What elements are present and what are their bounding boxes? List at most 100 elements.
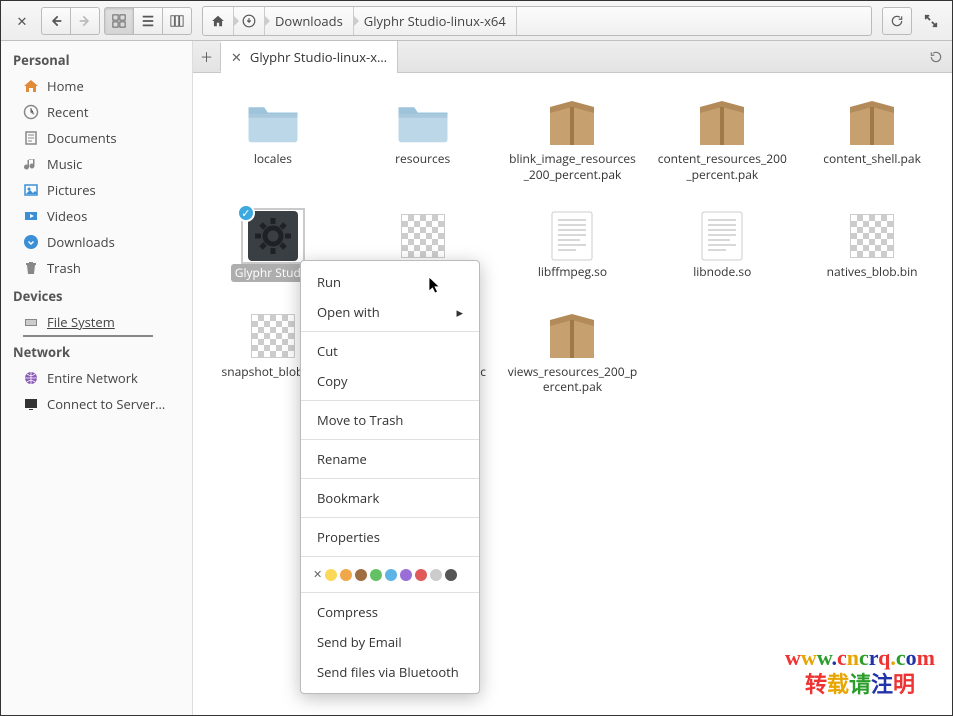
breadcrumb-label: Downloads: [275, 12, 343, 30]
sidebar-item-label: Videos: [47, 207, 87, 225]
download-circle-icon: [242, 14, 256, 28]
file-item[interactable]: libffmpeg.so: [503, 204, 643, 286]
sidebar-item-home[interactable]: Home: [1, 73, 192, 99]
menu-item-bookmark[interactable]: Bookmark: [301, 483, 479, 513]
menu-item-rename[interactable]: Rename: [301, 444, 479, 474]
file-item[interactable]: natives_blob.bin: [802, 204, 942, 286]
menu-item-send-files-via-bluetooth[interactable]: Send files via Bluetooth: [301, 657, 479, 687]
color-tag[interactable]: [400, 569, 412, 581]
menu-item-open-with[interactable]: Open with▸: [301, 297, 479, 327]
forward-button[interactable]: [70, 7, 100, 35]
color-tag[interactable]: [340, 569, 352, 581]
menu-item-run[interactable]: Run: [301, 267, 479, 297]
sidebar-item-documents[interactable]: Documents: [1, 125, 192, 151]
menu-item-send-by-email[interactable]: Send by Email: [301, 627, 479, 657]
menu-separator: [301, 478, 479, 479]
breadcrumb-downloads-icon[interactable]: [234, 7, 265, 35]
menu-item-label: Copy: [317, 372, 347, 390]
file-label: content_shell.pak: [823, 151, 921, 167]
file-label: libnode.so: [693, 264, 751, 280]
file-label: libffmpeg.so: [538, 264, 607, 280]
new-tab-button[interactable]: ＋: [193, 43, 221, 71]
file-item[interactable]: views_resources_200_percent.pak: [503, 304, 643, 399]
menu-item-cut[interactable]: Cut: [301, 336, 479, 366]
color-tag[interactable]: [415, 569, 427, 581]
menu-item-label: Cut: [317, 342, 338, 360]
menu-item-label: Properties: [317, 528, 380, 546]
color-tag[interactable]: [370, 569, 382, 581]
file-thumb: [540, 208, 604, 264]
close-tab-icon[interactable]: ✕: [231, 48, 242, 66]
sidebar-item-label: Home: [47, 77, 84, 95]
color-tag[interactable]: [355, 569, 367, 581]
sidebar-item-label: Recent: [47, 103, 88, 121]
color-tag[interactable]: [325, 569, 337, 581]
image-icon: [23, 182, 39, 198]
file-item[interactable]: locales: [203, 91, 343, 186]
context-menu: Run Open with▸ Cut Copy Move to Trash Rename B…: [300, 260, 480, 694]
sidebar-item-videos[interactable]: Videos: [1, 203, 192, 229]
menu-item-properties[interactable]: Properties: [301, 522, 479, 552]
file-item[interactable]: content_resources_200_percent.pak: [652, 91, 792, 186]
menu-separator: [301, 400, 479, 401]
menu-item-copy[interactable]: Copy: [301, 366, 479, 396]
file-thumb: [840, 95, 904, 151]
reload-icon: [929, 50, 943, 64]
breadcrumb-segment-0[interactable]: Downloads: [265, 7, 354, 35]
menu-separator: [301, 439, 479, 440]
file-thumb: [690, 208, 754, 264]
file-thumb: [391, 208, 455, 264]
menu-item-label: Bookmark: [317, 489, 379, 507]
tab-reload-button[interactable]: [920, 41, 952, 73]
file-item[interactable]: resources: [353, 91, 493, 186]
sidebar-item-label: Music: [47, 155, 82, 173]
video-icon: [23, 208, 39, 224]
menu-item-compress[interactable]: Compress: [301, 597, 479, 627]
fullscreen-button[interactable]: [916, 7, 946, 35]
menu-item-move-to-trash[interactable]: Move to Trash: [301, 405, 479, 435]
breadcrumb-segment-1[interactable]: Glyphr Studio-linux-x64: [354, 7, 517, 35]
icon-view-button[interactable]: [104, 7, 134, 35]
sidebar-item-label: File System: [47, 313, 115, 331]
sidebar-item-file-system[interactable]: File System: [1, 309, 192, 335]
menu-item-label: Run: [317, 273, 341, 291]
arrow-left-icon: [49, 14, 63, 28]
file-item[interactable]: blink_image_resources_200_percent.pak: [503, 91, 643, 186]
file-item[interactable]: content_shell.pak: [802, 91, 942, 186]
menu-item-label: Compress: [317, 603, 378, 621]
sidebar-section-header: Network: [1, 337, 192, 365]
tab-current[interactable]: ✕ Glyphr Studio-linux-x…: [221, 41, 398, 73]
grid-icon: [112, 14, 126, 28]
check-badge-icon: ✓: [237, 204, 255, 222]
sidebar: Personal Home Recent Documents Music Pictures…: [1, 41, 193, 715]
clear-tag-button[interactable]: ✕: [313, 567, 322, 582]
sidebar-section-header: Personal: [1, 45, 192, 73]
menu-separator: [301, 331, 479, 332]
column-view-button[interactable]: [162, 7, 192, 35]
color-tag[interactable]: [430, 569, 442, 581]
menu-item-label: Rename: [317, 450, 367, 468]
sidebar-item-label: Connect to Server…: [47, 395, 165, 413]
refresh-button[interactable]: [882, 7, 912, 35]
sidebar-item-entire-network[interactable]: Entire Network: [1, 365, 192, 391]
breadcrumb-home[interactable]: [203, 7, 234, 35]
close-window-button[interactable]: ✕: [7, 7, 37, 35]
file-item[interactable]: libnode.so: [652, 204, 792, 286]
sidebar-item-music[interactable]: Music: [1, 151, 192, 177]
color-tag[interactable]: [445, 569, 457, 581]
sidebar-item-downloads[interactable]: Downloads: [1, 229, 192, 255]
refresh-icon: [890, 14, 904, 28]
sidebar-item-pictures[interactable]: Pictures: [1, 177, 192, 203]
file-label: locales: [254, 151, 292, 167]
sidebar-item-label: Pictures: [47, 181, 96, 199]
file-thumb: ✓: [241, 208, 305, 264]
sidebar-item-recent[interactable]: Recent: [1, 99, 192, 125]
nav-group: [41, 7, 100, 35]
sidebar-item-connect-to-server-[interactable]: Connect to Server…: [1, 391, 192, 417]
file-thumb: [840, 208, 904, 264]
list-view-button[interactable]: [133, 7, 163, 35]
menu-separator: [301, 517, 479, 518]
back-button[interactable]: [41, 7, 71, 35]
color-tag[interactable]: [385, 569, 397, 581]
sidebar-item-trash[interactable]: Trash: [1, 255, 192, 281]
